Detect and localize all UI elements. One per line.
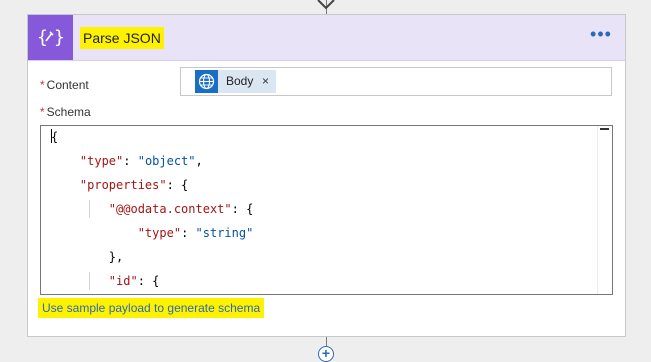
json-key: "type": [137, 226, 182, 240]
editor-scrollbar[interactable]: [597, 126, 612, 294]
code-line: },: [51, 248, 123, 266]
json-punctuation: : {: [231, 202, 254, 216]
json-punctuation: [51, 154, 80, 168]
code-line: "@@odata.context": {: [51, 200, 254, 218]
json-key: "type": [79, 154, 124, 168]
json-punctuation: ,: [195, 154, 203, 168]
parse-json-icon: { }: [28, 15, 73, 60]
json-punctuation: },: [51, 250, 124, 264]
arrow-down-icon: [317, 0, 335, 10]
more-options-button[interactable]: •••: [589, 25, 613, 49]
content-label: * Content: [40, 78, 89, 92]
action-title[interactable]: Parse JSON: [80, 27, 164, 49]
dynamic-content-token[interactable]: Body ×: [195, 70, 276, 93]
svg-text:}: }: [54, 27, 64, 48]
json-punctuation: : {: [137, 274, 160, 288]
code-line: {: [51, 130, 59, 144]
code-line: "type": "object",: [51, 152, 203, 170]
content-input[interactable]: Body ×: [180, 67, 612, 96]
add-step-button[interactable]: +: [318, 346, 334, 362]
json-key: "properties": [79, 178, 167, 192]
code-line: "type": "string": [51, 224, 254, 242]
parse-json-card: { } Parse JSON ••• * Content Body × * Sc…: [27, 14, 626, 337]
required-mark: *: [40, 78, 45, 92]
card-header[interactable]: { } Parse JSON •••: [28, 15, 625, 61]
token-label: Body: [226, 74, 254, 88]
json-punctuation: [51, 226, 138, 240]
json-punctuation: [51, 178, 80, 192]
required-mark: *: [40, 105, 45, 119]
generate-schema-link[interactable]: Use sample payload to generate schema: [38, 298, 265, 318]
schema-label: * Schema: [40, 105, 91, 119]
json-value: "object": [137, 154, 196, 168]
globe-icon: [195, 70, 218, 93]
schema-editor[interactable]: { "type": "object", "properties": { "@@o…: [40, 125, 613, 295]
json-value: "string": [195, 226, 254, 240]
code-line: "properties": {: [51, 176, 188, 194]
json-key: "id": [108, 274, 138, 288]
scrollbar-thumb[interactable]: [600, 128, 609, 130]
json-punctuation: :: [123, 154, 138, 168]
json-punctuation: [51, 202, 109, 216]
json-punctuation: : {: [166, 178, 189, 192]
svg-text:{: {: [37, 27, 48, 48]
json-key: "@@odata.context": [108, 202, 232, 216]
code-line: "id": {: [51, 272, 160, 290]
json-punctuation: :: [181, 226, 196, 240]
remove-token-icon[interactable]: ×: [262, 70, 269, 93]
json-punctuation: [51, 274, 109, 288]
